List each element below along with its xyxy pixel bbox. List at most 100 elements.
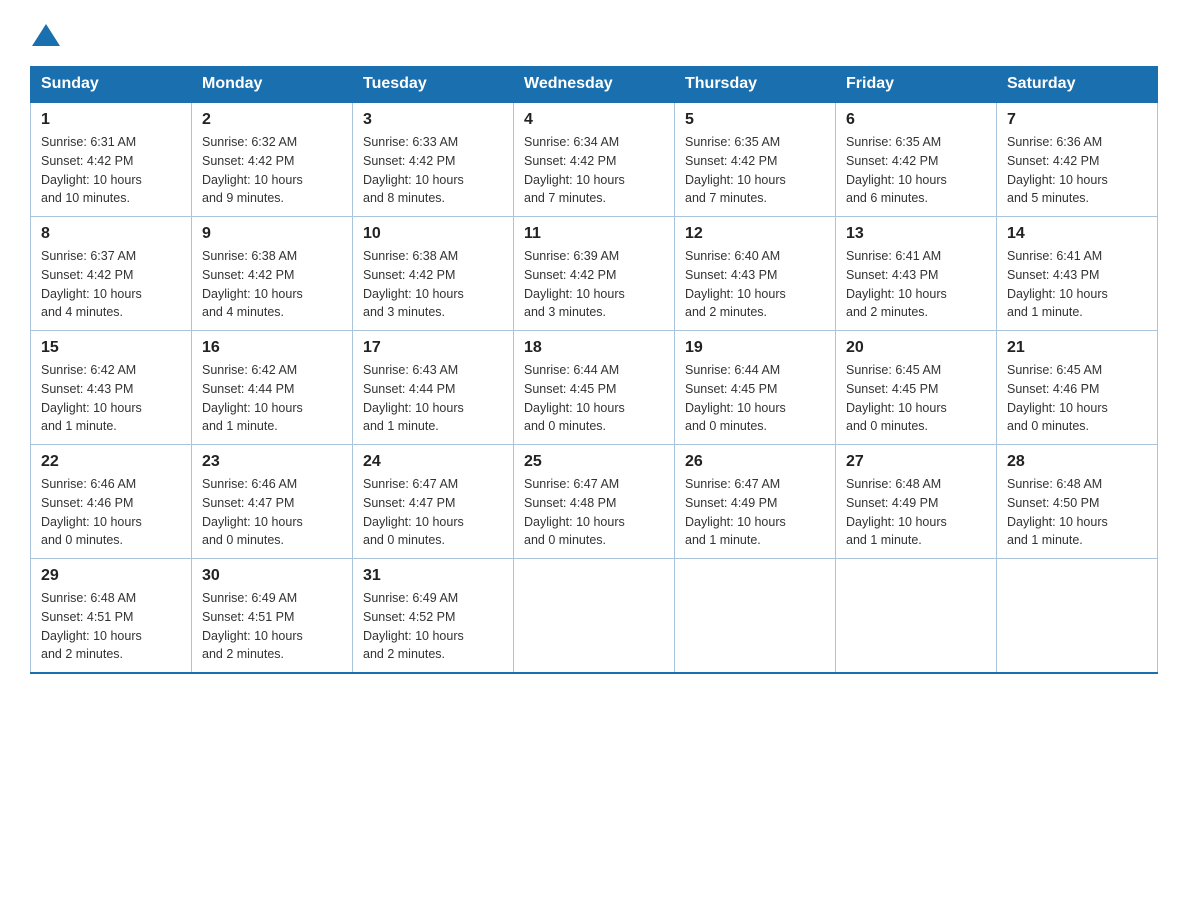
header-tuesday: Tuesday — [353, 67, 514, 103]
day-number: 4 — [524, 111, 664, 129]
calendar-cell: 14 Sunrise: 6:41 AMSunset: 4:43 PMDaylig… — [997, 217, 1158, 331]
header-friday: Friday — [836, 67, 997, 103]
day-info: Sunrise: 6:49 AMSunset: 4:52 PMDaylight:… — [363, 591, 464, 661]
header-row: Sunday Monday Tuesday Wednesday Thursday… — [31, 67, 1158, 103]
day-number: 21 — [1007, 339, 1147, 357]
day-info: Sunrise: 6:45 AMSunset: 4:45 PMDaylight:… — [846, 363, 947, 433]
day-info: Sunrise: 6:45 AMSunset: 4:46 PMDaylight:… — [1007, 363, 1108, 433]
calendar-cell: 11 Sunrise: 6:39 AMSunset: 4:42 PMDaylig… — [514, 217, 675, 331]
calendar-table: Sunday Monday Tuesday Wednesday Thursday… — [30, 66, 1158, 674]
calendar-week-row: 29 Sunrise: 6:48 AMSunset: 4:51 PMDaylig… — [31, 559, 1158, 674]
calendar-cell: 31 Sunrise: 6:49 AMSunset: 4:52 PMDaylig… — [353, 559, 514, 674]
page-header — [30, 20, 1158, 46]
header-monday: Monday — [192, 67, 353, 103]
calendar-cell: 5 Sunrise: 6:35 AMSunset: 4:42 PMDayligh… — [675, 102, 836, 217]
day-number: 23 — [202, 453, 342, 471]
day-number: 25 — [524, 453, 664, 471]
day-number: 29 — [41, 567, 181, 585]
day-info: Sunrise: 6:35 AMSunset: 4:42 PMDaylight:… — [685, 135, 786, 205]
calendar-cell: 17 Sunrise: 6:43 AMSunset: 4:44 PMDaylig… — [353, 331, 514, 445]
calendar-cell: 4 Sunrise: 6:34 AMSunset: 4:42 PMDayligh… — [514, 102, 675, 217]
day-number: 10 — [363, 225, 503, 243]
calendar-cell: 20 Sunrise: 6:45 AMSunset: 4:45 PMDaylig… — [836, 331, 997, 445]
day-info: Sunrise: 6:47 AMSunset: 4:49 PMDaylight:… — [685, 477, 786, 547]
calendar-cell: 1 Sunrise: 6:31 AMSunset: 4:42 PMDayligh… — [31, 102, 192, 217]
logo-triangle-icon — [32, 24, 60, 46]
day-info: Sunrise: 6:38 AMSunset: 4:42 PMDaylight:… — [202, 249, 303, 319]
day-number: 27 — [846, 453, 986, 471]
day-info: Sunrise: 6:34 AMSunset: 4:42 PMDaylight:… — [524, 135, 625, 205]
day-number: 22 — [41, 453, 181, 471]
day-info: Sunrise: 6:35 AMSunset: 4:42 PMDaylight:… — [846, 135, 947, 205]
calendar-cell: 15 Sunrise: 6:42 AMSunset: 4:43 PMDaylig… — [31, 331, 192, 445]
day-number: 28 — [1007, 453, 1147, 471]
day-info: Sunrise: 6:40 AMSunset: 4:43 PMDaylight:… — [685, 249, 786, 319]
calendar-cell: 27 Sunrise: 6:48 AMSunset: 4:49 PMDaylig… — [836, 445, 997, 559]
day-info: Sunrise: 6:32 AMSunset: 4:42 PMDaylight:… — [202, 135, 303, 205]
day-number: 15 — [41, 339, 181, 357]
calendar-cell: 8 Sunrise: 6:37 AMSunset: 4:42 PMDayligh… — [31, 217, 192, 331]
day-info: Sunrise: 6:43 AMSunset: 4:44 PMDaylight:… — [363, 363, 464, 433]
calendar-cell: 24 Sunrise: 6:47 AMSunset: 4:47 PMDaylig… — [353, 445, 514, 559]
calendar-cell: 12 Sunrise: 6:40 AMSunset: 4:43 PMDaylig… — [675, 217, 836, 331]
calendar-cell — [675, 559, 836, 674]
day-info: Sunrise: 6:38 AMSunset: 4:42 PMDaylight:… — [363, 249, 464, 319]
day-number: 26 — [685, 453, 825, 471]
calendar-cell: 30 Sunrise: 6:49 AMSunset: 4:51 PMDaylig… — [192, 559, 353, 674]
calendar-cell: 7 Sunrise: 6:36 AMSunset: 4:42 PMDayligh… — [997, 102, 1158, 217]
day-number: 18 — [524, 339, 664, 357]
header-thursday: Thursday — [675, 67, 836, 103]
day-info: Sunrise: 6:48 AMSunset: 4:50 PMDaylight:… — [1007, 477, 1108, 547]
day-number: 11 — [524, 225, 664, 243]
calendar-cell: 22 Sunrise: 6:46 AMSunset: 4:46 PMDaylig… — [31, 445, 192, 559]
day-info: Sunrise: 6:41 AMSunset: 4:43 PMDaylight:… — [1007, 249, 1108, 319]
day-number: 17 — [363, 339, 503, 357]
header-wednesday: Wednesday — [514, 67, 675, 103]
calendar-cell: 28 Sunrise: 6:48 AMSunset: 4:50 PMDaylig… — [997, 445, 1158, 559]
day-number: 20 — [846, 339, 986, 357]
calendar-cell: 16 Sunrise: 6:42 AMSunset: 4:44 PMDaylig… — [192, 331, 353, 445]
calendar-week-row: 8 Sunrise: 6:37 AMSunset: 4:42 PMDayligh… — [31, 217, 1158, 331]
day-number: 30 — [202, 567, 342, 585]
day-number: 12 — [685, 225, 825, 243]
day-number: 13 — [846, 225, 986, 243]
calendar-cell: 6 Sunrise: 6:35 AMSunset: 4:42 PMDayligh… — [836, 102, 997, 217]
day-info: Sunrise: 6:33 AMSunset: 4:42 PMDaylight:… — [363, 135, 464, 205]
day-info: Sunrise: 6:48 AMSunset: 4:51 PMDaylight:… — [41, 591, 142, 661]
calendar-cell — [836, 559, 997, 674]
calendar-cell — [514, 559, 675, 674]
calendar-cell: 13 Sunrise: 6:41 AMSunset: 4:43 PMDaylig… — [836, 217, 997, 331]
calendar-cell: 26 Sunrise: 6:47 AMSunset: 4:49 PMDaylig… — [675, 445, 836, 559]
day-number: 16 — [202, 339, 342, 357]
calendar-header: Sunday Monday Tuesday Wednesday Thursday… — [31, 67, 1158, 103]
day-info: Sunrise: 6:41 AMSunset: 4:43 PMDaylight:… — [846, 249, 947, 319]
day-number: 24 — [363, 453, 503, 471]
day-info: Sunrise: 6:42 AMSunset: 4:44 PMDaylight:… — [202, 363, 303, 433]
day-info: Sunrise: 6:39 AMSunset: 4:42 PMDaylight:… — [524, 249, 625, 319]
calendar-week-row: 15 Sunrise: 6:42 AMSunset: 4:43 PMDaylig… — [31, 331, 1158, 445]
day-number: 6 — [846, 111, 986, 129]
calendar-cell — [997, 559, 1158, 674]
calendar-cell: 18 Sunrise: 6:44 AMSunset: 4:45 PMDaylig… — [514, 331, 675, 445]
day-info: Sunrise: 6:31 AMSunset: 4:42 PMDaylight:… — [41, 135, 142, 205]
header-saturday: Saturday — [997, 67, 1158, 103]
day-info: Sunrise: 6:47 AMSunset: 4:47 PMDaylight:… — [363, 477, 464, 547]
day-info: Sunrise: 6:46 AMSunset: 4:47 PMDaylight:… — [202, 477, 303, 547]
day-info: Sunrise: 6:44 AMSunset: 4:45 PMDaylight:… — [685, 363, 786, 433]
day-info: Sunrise: 6:46 AMSunset: 4:46 PMDaylight:… — [41, 477, 142, 547]
calendar-cell: 9 Sunrise: 6:38 AMSunset: 4:42 PMDayligh… — [192, 217, 353, 331]
day-info: Sunrise: 6:44 AMSunset: 4:45 PMDaylight:… — [524, 363, 625, 433]
day-info: Sunrise: 6:48 AMSunset: 4:49 PMDaylight:… — [846, 477, 947, 547]
day-number: 1 — [41, 111, 181, 129]
day-info: Sunrise: 6:36 AMSunset: 4:42 PMDaylight:… — [1007, 135, 1108, 205]
calendar-cell: 10 Sunrise: 6:38 AMSunset: 4:42 PMDaylig… — [353, 217, 514, 331]
calendar-cell: 21 Sunrise: 6:45 AMSunset: 4:46 PMDaylig… — [997, 331, 1158, 445]
calendar-week-row: 1 Sunrise: 6:31 AMSunset: 4:42 PMDayligh… — [31, 102, 1158, 217]
calendar-cell: 2 Sunrise: 6:32 AMSunset: 4:42 PMDayligh… — [192, 102, 353, 217]
day-info: Sunrise: 6:42 AMSunset: 4:43 PMDaylight:… — [41, 363, 142, 433]
day-number: 3 — [363, 111, 503, 129]
calendar-body: 1 Sunrise: 6:31 AMSunset: 4:42 PMDayligh… — [31, 102, 1158, 673]
header-sunday: Sunday — [31, 67, 192, 103]
calendar-cell: 3 Sunrise: 6:33 AMSunset: 4:42 PMDayligh… — [353, 102, 514, 217]
day-number: 7 — [1007, 111, 1147, 129]
